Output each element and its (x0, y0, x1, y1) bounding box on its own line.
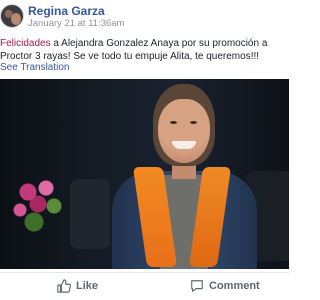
post-timestamp[interactable]: January 21 at 11:36am (28, 18, 124, 29)
avatar-second-face (11, 13, 21, 25)
comment-button[interactable]: Comment (190, 278, 260, 294)
like-thumb-icon (57, 279, 71, 293)
post-header: Regina Garza January 21 at 11:36am (0, 0, 289, 34)
comment-bubble-icon (190, 279, 204, 293)
photo-eye-right (190, 121, 197, 124)
post-text: Felicidades a Alejandra Gonzalez Anaya p… (0, 37, 289, 63)
facebook-post: Regina Garza January 21 at 11:36am Felic… (0, 0, 289, 300)
avatar[interactable] (0, 4, 24, 28)
photo-eye-left (170, 121, 177, 124)
comment-label: Comment (209, 280, 260, 292)
see-translation-link[interactable]: See Translation (0, 62, 70, 73)
like-button[interactable]: Like (57, 278, 98, 294)
post-action-bar: Like Comment (0, 272, 289, 298)
author-name[interactable]: Regina Garza (28, 4, 105, 18)
photo-flowers (8, 174, 68, 244)
like-label: Like (76, 280, 99, 292)
photo-chair (70, 179, 110, 249)
post-text-highlight[interactable]: Felicidades (0, 38, 51, 49)
photo-face (158, 99, 210, 163)
post-photo[interactable] (0, 79, 289, 269)
